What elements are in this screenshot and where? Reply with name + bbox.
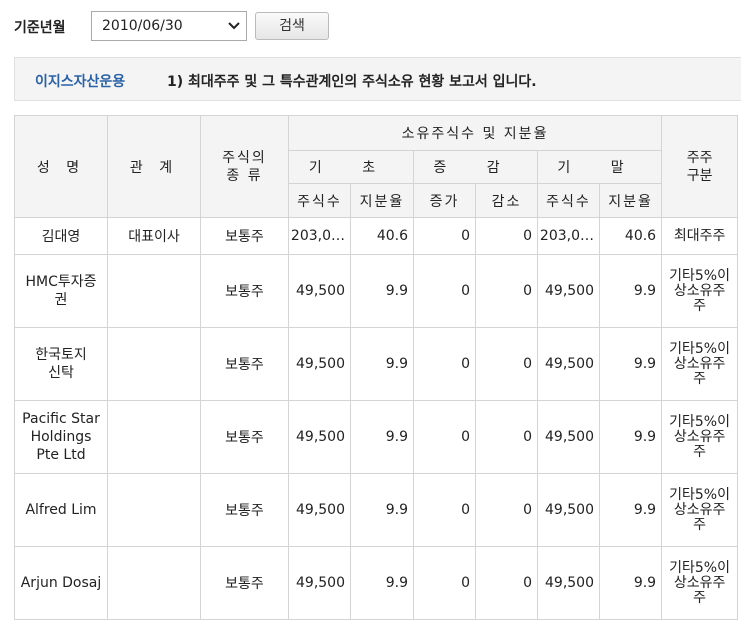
header-holdings: 소유주식수 및 지분율 — [287, 115, 663, 151]
header-category: 주주 구분 — [661, 115, 739, 218]
cell-relation — [107, 254, 201, 328]
cell-category: 최대주주 — [661, 217, 739, 255]
cell-name: Alfred Lim — [14, 473, 108, 547]
cell-stock-type: 보통주 — [200, 473, 289, 547]
cell-stock-type: 보통주 — [200, 217, 289, 255]
cell-begin-ratio: 9.9 — [350, 400, 414, 474]
cell-begin-shares: 49,500 — [288, 473, 351, 547]
base-month-select[interactable]: 2010/06/30 — [91, 11, 247, 41]
cell-end-ratio: 9.9 — [598, 473, 663, 547]
base-month-label: 기준년월 — [14, 20, 66, 36]
cell-end-ratio: 40.6 — [598, 217, 663, 255]
cell-begin-ratio: 9.9 — [350, 254, 414, 328]
cell-end-shares: 49,500 — [537, 546, 600, 620]
cell-begin-shares: 49,500 — [288, 254, 351, 328]
cell-name: Arjun Dosaj — [14, 546, 108, 620]
cell-begin-ratio: 9.9 — [350, 473, 414, 547]
header-end-ratio: 지분율 — [598, 183, 663, 218]
search-button[interactable]: 검색 — [255, 12, 329, 40]
cell-end-shares: 49,500 — [537, 400, 600, 474]
cell-stock-type: 보통주 — [200, 400, 289, 474]
cell-name: 한국토지신탁 — [14, 327, 108, 401]
cell-decrease: 0 — [475, 473, 538, 547]
header-begin: 기 초 — [288, 150, 414, 184]
cell-begin-ratio: 9.9 — [350, 546, 414, 620]
notice-bar: 이지스자산운용 1) 최대주주 및 그 특수관계인의 주식소유 현황 보고서 입… — [14, 57, 741, 101]
cell-begin-shares: 49,500 — [288, 546, 351, 620]
header-begin-ratio: 지분율 — [350, 183, 414, 218]
cell-relation — [107, 473, 201, 547]
cell-name: Pacific Star Holdings Pte Ltd — [14, 400, 108, 474]
header-begin-shares: 주식수 — [288, 183, 351, 218]
cell-end-shares: 49,500 — [537, 473, 600, 547]
cell-increase: 0 — [413, 400, 476, 474]
cell-begin-shares: 203,0… — [288, 217, 351, 255]
cell-relation: 대표이사 — [107, 217, 201, 255]
cell-category: 기타5%이상소유주주 — [661, 473, 739, 547]
cell-increase: 0 — [413, 473, 476, 547]
header-decrease: 감소 — [475, 183, 538, 218]
cell-stock-type: 보통주 — [200, 327, 289, 401]
cell-end-ratio: 9.9 — [598, 400, 663, 474]
cell-stock-type: 보통주 — [200, 254, 289, 328]
cell-increase: 0 — [413, 327, 476, 401]
cell-decrease: 0 — [475, 546, 538, 620]
cell-decrease: 0 — [475, 400, 538, 474]
shareholder-table: 성 명 관 계 주식의 종 류 소유주식수 및 지분율 주주 구분 기 초 증 … — [14, 115, 739, 620]
selected-date: 2010/06/30 — [102, 18, 183, 34]
table-row: Arjun Dosaj 보통주 49,500 9.9 0 0 49,500 9.… — [14, 546, 739, 620]
cell-decrease: 0 — [475, 217, 538, 255]
table-row: HMC투자증권 보통주 49,500 9.9 0 0 49,500 9.9 기타… — [14, 254, 739, 328]
cell-begin-ratio: 9.9 — [350, 327, 414, 401]
cell-end-shares: 49,500 — [537, 327, 600, 401]
cell-category: 기타5%이상소유주주 — [661, 327, 739, 401]
company-name: 이지스자산운용 — [35, 74, 126, 90]
cell-begin-ratio: 40.6 — [350, 217, 414, 255]
header-relation: 관 계 — [107, 115, 201, 218]
table-row: Pacific Star Holdings Pte Ltd 보통주 49,500… — [14, 400, 739, 474]
header-end: 기 말 — [536, 150, 663, 184]
cell-category: 기타5%이상소유주주 — [661, 546, 739, 620]
cell-end-shares: 203,0… — [537, 217, 600, 255]
cell-end-ratio: 9.9 — [598, 546, 663, 620]
cell-decrease: 0 — [475, 327, 538, 401]
header-end-shares: 주식수 — [537, 183, 600, 218]
cell-increase: 0 — [413, 217, 476, 255]
cell-category: 기타5%이상소유주주 — [661, 254, 739, 328]
table-row: 한국토지신탁 보통주 49,500 9.9 0 0 49,500 9.9 기타5… — [14, 327, 739, 401]
header-increase: 증가 — [413, 183, 476, 218]
cell-relation — [107, 327, 201, 401]
cell-stock-type: 보통주 — [200, 546, 289, 620]
table-row: Alfred Lim 보통주 49,500 9.9 0 0 49,500 9.9… — [14, 473, 739, 547]
cell-relation — [107, 546, 201, 620]
cell-relation — [107, 400, 201, 474]
cell-end-shares: 49,500 — [537, 254, 600, 328]
header-stock-type: 주식의 종 류 — [200, 115, 289, 218]
filter-toolbar: 기준년월 2010/06/30 검색 — [14, 11, 734, 43]
cell-end-ratio: 9.9 — [598, 254, 663, 328]
cell-decrease: 0 — [475, 254, 538, 328]
cell-begin-shares: 49,500 — [288, 400, 351, 474]
header-change: 증 감 — [413, 150, 538, 184]
notice-message: 1) 최대주주 및 그 특수관계인의 주식소유 현황 보고서 입니다. — [167, 74, 537, 90]
cell-name: 김대영 — [14, 217, 108, 255]
table-row: 김대영 대표이사 보통주 203,0… 40.6 0 0 203,0… 40.6… — [14, 217, 739, 255]
cell-increase: 0 — [413, 254, 476, 328]
header-name: 성 명 — [14, 115, 108, 218]
cell-name: HMC투자증권 — [14, 254, 108, 328]
cell-end-ratio: 9.9 — [598, 327, 663, 401]
chevron-down-icon — [228, 17, 240, 38]
cell-begin-shares: 49,500 — [288, 327, 351, 401]
cell-increase: 0 — [413, 546, 476, 620]
cell-category: 기타5%이상소유주주 — [661, 400, 739, 474]
